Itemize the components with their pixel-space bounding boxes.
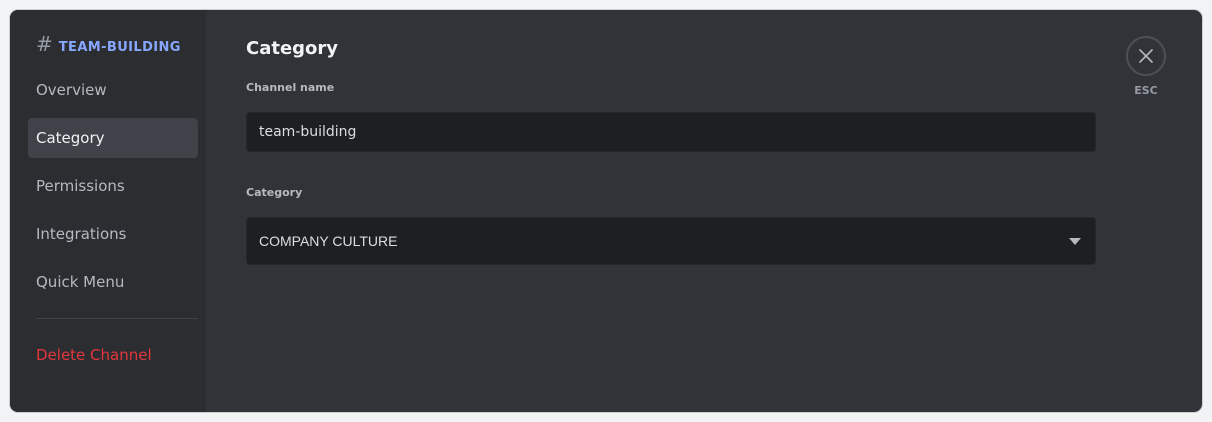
- category-label: Category: [246, 186, 303, 199]
- hash-icon: #: [36, 32, 53, 56]
- channel-name-label: Channel name: [246, 81, 335, 94]
- sidebar-item-overview[interactable]: Overview: [28, 70, 198, 110]
- sidebar-channel-header: # TEAM-BUILDING: [36, 34, 181, 55]
- close-control: ESC: [1126, 36, 1166, 97]
- sidebar-item-category[interactable]: Category: [28, 118, 198, 158]
- channel-name-input[interactable]: [246, 112, 1096, 152]
- sidebar-item-label: Integrations: [36, 225, 127, 243]
- sidebar-item-label: Category: [36, 129, 105, 147]
- close-icon: [1139, 49, 1153, 63]
- sidebar-item-label: Quick Menu: [36, 273, 125, 291]
- close-button[interactable]: [1126, 36, 1166, 76]
- category-select-value: COMPANY CULTURE: [259, 233, 398, 249]
- category-select[interactable]: COMPANY CULTURE: [246, 217, 1096, 265]
- sidebar-channel-name: TEAM-BUILDING: [58, 40, 181, 55]
- chevron-down-icon: [1069, 237, 1081, 245]
- sidebar-item-quick-menu[interactable]: Quick Menu: [28, 262, 198, 302]
- sidebar-item-permissions[interactable]: Permissions: [28, 166, 198, 206]
- delete-channel-button[interactable]: Delete Channel: [28, 335, 198, 375]
- sidebar-divider: [36, 318, 198, 319]
- settings-content: Category Channel name Category COMPANY C…: [206, 10, 1202, 412]
- sidebar-item-label: Overview: [36, 81, 107, 99]
- sidebar-item-label: Permissions: [36, 177, 125, 195]
- delete-channel-label: Delete Channel: [36, 346, 152, 364]
- settings-sidebar: # TEAM-BUILDING Overview Category Permis…: [10, 10, 206, 412]
- esc-label: ESC: [1134, 84, 1158, 97]
- sidebar-item-integrations[interactable]: Integrations: [28, 214, 198, 254]
- page-title: Category: [246, 38, 339, 59]
- channel-settings-modal: # TEAM-BUILDING Overview Category Permis…: [10, 10, 1202, 412]
